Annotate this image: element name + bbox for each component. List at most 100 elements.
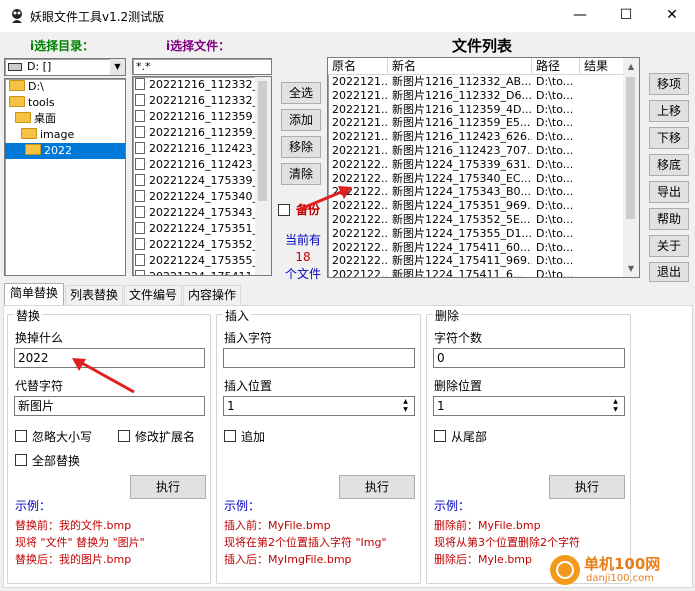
col-header-new[interactable]: 新名	[388, 58, 532, 74]
tab-list-replace[interactable]: 列表替换	[65, 285, 123, 305]
maximize-button[interactable]: ☐	[603, 0, 649, 32]
col-header-original[interactable]: 原名	[328, 58, 388, 74]
append-checkbox[interactable]	[224, 430, 236, 442]
file-list-view[interactable]: 原名 新名 路径 结果 2022121... 新图片1216_112332_AB.…	[327, 57, 640, 278]
chevron-down-icon[interactable]: ▼	[110, 59, 125, 75]
delete-exec-button[interactable]: 执行	[549, 475, 625, 499]
backup-label: 备份	[296, 203, 321, 217]
table-row[interactable]: 2022121... 新图片1216_112423_707... D:\to...	[328, 144, 624, 158]
table-row[interactable]: 2022122... 新图片1224_175343_B0... D:\to...	[328, 185, 624, 199]
file-item[interactable]: 20221224_175355_D	[133, 253, 255, 269]
move-bottom-button[interactable]: 移底	[649, 154, 689, 176]
scroll-thumb[interactable]	[258, 81, 267, 201]
backup-checkbox[interactable]	[278, 204, 290, 216]
file-item[interactable]: 20221216_112359_E	[133, 125, 255, 141]
directory-tree[interactable]: D:\ tools 桌面 image 2022	[4, 78, 126, 276]
drive-select[interactable]: D: [] ▼	[4, 58, 126, 76]
move-up-button[interactable]: 上移	[649, 100, 689, 122]
file-count-suffix: 个文件	[284, 267, 321, 281]
move-down-button[interactable]: 下移	[649, 127, 689, 149]
tab-simple-replace[interactable]: 简单替换	[4, 283, 64, 306]
tree-item-2022[interactable]: 2022	[5, 143, 125, 159]
table-row[interactable]: 2022122... 新图片1224_175355_D1... D:\to...	[328, 227, 624, 241]
replace-exec-button[interactable]: 执行	[130, 475, 206, 499]
clear-button[interactable]: 清除	[281, 163, 321, 185]
file-item[interactable]: 20221224_175339_6	[133, 173, 255, 189]
window-title: 妖眼文件工具v1.2测试版	[30, 10, 165, 24]
scroll-down-icon[interactable]: ▼	[623, 260, 639, 277]
list-rows: 2022121... 新图片1216_112332_AB... D:\to... 20…	[328, 75, 624, 277]
table-cell: D:\to...	[536, 130, 574, 144]
file-item[interactable]: 20221216_112332_A	[133, 77, 255, 93]
file-item[interactable]: 20221224_175411_6	[133, 269, 255, 275]
file-item[interactable]: 20221224_175352_5	[133, 237, 255, 253]
table-row[interactable]: 2022122... 新图片1224_175411_60... D:\to...	[328, 241, 624, 255]
folder-open-icon	[25, 144, 41, 155]
table-row[interactable]: 2022121... 新图片1216_112332_D6... D:\to...	[328, 89, 624, 103]
replace-with-input[interactable]: 新图片	[14, 396, 205, 416]
scroll-up-icon[interactable]: ▲	[623, 58, 639, 75]
table-row[interactable]: 2022121... 新图片1216_112359_4D... D:\to...	[328, 103, 624, 117]
tree-item-drive[interactable]: D:\	[9, 79, 44, 95]
minimize-button[interactable]: —	[557, 0, 603, 32]
export-button[interactable]: 导出	[649, 181, 689, 203]
exit-button[interactable]: 退出	[649, 262, 689, 282]
move-top-button[interactable]: 移项	[649, 73, 689, 95]
table-cell: 新图片1224_175352_5E...	[392, 212, 531, 226]
file-item[interactable]: 20221216_112332_D	[133, 93, 255, 109]
from-end-checkbox[interactable]	[434, 430, 446, 442]
insert-group: 插入 插入字符 插入位置 1 ▲ ▼ 追加 执行 示例： 插入前：MyFile.b…	[216, 307, 421, 584]
remove-button[interactable]: 移除	[281, 136, 321, 158]
delete-count-input[interactable]: 0	[433, 348, 625, 368]
col-header-result[interactable]: 结果	[580, 58, 624, 74]
table-row[interactable]: 2022121... 新图片1216_112332_AB... D:\to...	[328, 75, 624, 89]
table-cell: 2022122...	[332, 212, 388, 226]
file-list-box[interactable]: 20221216_112332_A 20221216_112332_D 2022…	[132, 76, 272, 276]
tree-item-tools[interactable]: tools	[9, 95, 55, 111]
file-list-scrollbar[interactable]	[255, 77, 271, 275]
insert-pos-stepper[interactable]: 1 ▲ ▼	[223, 396, 415, 416]
table-row[interactable]: 2022121... 新图片1216_112423_626... D:\to...	[328, 130, 624, 144]
list-scrollbar[interactable]: ▲ ▼	[623, 58, 639, 277]
table-row[interactable]: 2022122... 新图片1224_175411_969... D:\to...	[328, 254, 624, 268]
table-cell	[580, 116, 624, 130]
select-all-button[interactable]: 全选	[281, 82, 321, 104]
table-cell: 2022122...	[332, 240, 388, 254]
table-row[interactable]: 2022122... 新图片1224_175340_EC... D:\to...	[328, 172, 624, 186]
file-item[interactable]: 20221216_112423_6	[133, 141, 255, 157]
file-item[interactable]: 20221224_175340_E	[133, 189, 255, 205]
tree-item-desktop[interactable]: 桌面	[15, 111, 56, 127]
file-icon	[135, 78, 145, 90]
add-button[interactable]: 添加	[281, 109, 321, 131]
insert-char-input[interactable]	[223, 348, 415, 368]
table-row[interactable]: 2022122... 新图片1224_175351_969... D:\to...	[328, 199, 624, 213]
list-scroll-thumb[interactable]	[626, 77, 635, 219]
table-row[interactable]: 2022122... 新图片1224_175339_631... D:\to...	[328, 158, 624, 172]
modify-ext-checkbox[interactable]	[118, 430, 130, 442]
file-item[interactable]: 20221216_112359_4	[133, 109, 255, 125]
table-cell: 新图片1224_175351_969...	[392, 199, 532, 213]
file-item[interactable]: 20221216_112423_7	[133, 157, 255, 173]
delete-pos-value: 1	[437, 399, 445, 413]
tab-content-ops[interactable]: 内容操作	[183, 285, 241, 305]
table-row[interactable]: 2022122... 新图片1224_175411_6... D:\to...	[328, 268, 624, 277]
insert-exec-button[interactable]: 执行	[339, 475, 415, 499]
find-input[interactable]: 2022	[14, 348, 205, 368]
about-button[interactable]: 关于	[649, 235, 689, 257]
spin-updown-icon[interactable]: ▲ ▼	[398, 398, 413, 414]
delete-pos-stepper[interactable]: 1 ▲ ▼	[433, 396, 625, 416]
table-cell: D:\to...	[536, 102, 574, 116]
tree-item-image[interactable]: image	[21, 127, 74, 143]
table-row[interactable]: 2022122... 新图片1224_175352_5E... D:\to...	[328, 213, 624, 227]
spin-updown-icon[interactable]: ▲ ▼	[608, 398, 623, 414]
tab-file-numbering[interactable]: 文件编号	[124, 285, 182, 305]
table-row[interactable]: 2022121... 新图片1216_112359_E5... D:\to...	[328, 116, 624, 130]
file-item[interactable]: 20221224_175343_E	[133, 205, 255, 221]
help-button[interactable]: 帮助	[649, 208, 689, 230]
close-button[interactable]: ✕	[649, 0, 695, 32]
ignore-case-checkbox[interactable]	[15, 430, 27, 442]
filter-input[interactable]: *.*	[132, 58, 272, 75]
col-header-path[interactable]: 路径	[532, 58, 580, 74]
file-item[interactable]: 20221224_175351_9	[133, 221, 255, 237]
replace-all-checkbox[interactable]	[15, 454, 27, 466]
